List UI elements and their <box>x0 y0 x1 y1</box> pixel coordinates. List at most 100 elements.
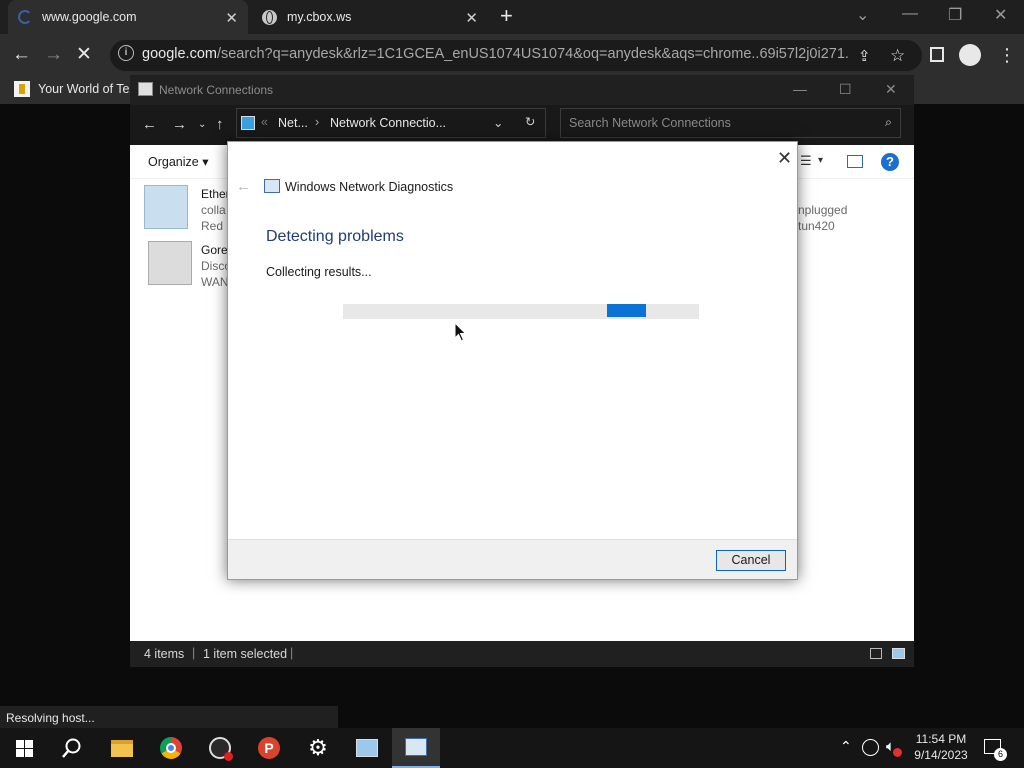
recent-locations-icon[interactable]: ⌄ <box>198 119 206 130</box>
progress-bar <box>343 304 699 319</box>
search-input[interactable]: Search Network Connections ⌕ <box>560 108 901 138</box>
psiphon-icon: P <box>258 737 280 759</box>
gear-icon: ⚙ <box>308 735 328 760</box>
network-diagnostics-button[interactable] <box>392 728 440 768</box>
large-icons-view-icon[interactable] <box>892 648 905 659</box>
share-icon[interactable]: ⇪ <box>858 46 871 68</box>
window-title: Network Connections <box>159 83 274 97</box>
minimize-button[interactable]: — <box>902 5 918 23</box>
selection-count: 1 item selected <box>203 647 288 661</box>
breadcrumb-item[interactable]: Network Connectio... <box>330 116 446 130</box>
system-clock[interactable]: 11:54 PM 9/14/2023 <box>905 731 977 763</box>
search-icon <box>62 738 81 758</box>
folder-icon <box>111 739 133 757</box>
cancel-button[interactable]: Cancel <box>716 550 786 571</box>
close-button[interactable]: ✕ <box>885 81 897 98</box>
bookmark-favicon-icon <box>14 81 30 97</box>
adapter-item[interactable] <box>148 241 192 285</box>
mouse-cursor-icon <box>454 322 467 342</box>
restore-button[interactable]: ❐ <box>948 5 962 25</box>
bookmark-item[interactable]: Your World of Tex <box>14 81 136 97</box>
dialog-footer: Cancel <box>228 539 797 579</box>
diagnostics-icon <box>264 179 280 193</box>
wan-adapter-icon <box>148 241 192 285</box>
adapter-details: nplugged tun420 <box>798 202 847 234</box>
adapter-status: nplugged <box>798 203 848 217</box>
maximize-button[interactable]: ☐ <box>839 81 852 98</box>
tab-title: my.cbox.ws <box>287 10 352 24</box>
window-title-bar: Network Connections — ☐ ✕ <box>130 75 914 105</box>
obs-button[interactable] <box>196 728 244 768</box>
site-info-icon[interactable]: i <box>118 45 134 61</box>
taskbar: P ⚙ ⌃ 🔈︎ 11:54 PM 9/14/2023 6 <box>0 728 1024 768</box>
search-icon: ⌕ <box>884 115 892 129</box>
address-breadcrumb[interactable]: « Net... › Network Connectio... ⌄ ↻ <box>236 108 546 138</box>
browser-tab-google[interactable]: www.google.com ✕ <box>8 0 248 34</box>
settings-button[interactable]: ⚙ <box>294 728 342 768</box>
chrome-icon <box>160 737 182 759</box>
tab-title: www.google.com <box>42 10 137 24</box>
adapter-device: tun420 <box>798 219 835 233</box>
preview-pane-icon[interactable] <box>847 155 863 168</box>
minimize-button[interactable]: — <box>793 81 807 97</box>
obs-icon <box>209 737 233 761</box>
organize-menu[interactable]: Organize ▾ <box>148 154 208 169</box>
side-panel-icon[interactable] <box>930 47 944 62</box>
chevron-icon: « <box>261 115 268 129</box>
url-host: google.com <box>142 46 217 62</box>
notification-count-badge: 6 <box>994 748 1007 761</box>
details-view-icon[interactable] <box>870 648 882 659</box>
globe-icon <box>262 9 277 25</box>
url-path: /search?q=anydesk&rlz=1C1GCEA_enUS1074US… <box>216 46 850 62</box>
search-placeholder: Search Network Connections <box>569 116 731 130</box>
organize-label: Organize <box>148 155 199 169</box>
clock-date: 9/14/2023 <box>914 748 968 762</box>
browser-status-bubble: Resolving host... <box>0 706 338 730</box>
forward-arrow-icon[interactable]: → <box>172 116 187 133</box>
chrome-button[interactable] <box>147 728 195 768</box>
back-arrow-icon[interactable]: ← <box>142 116 157 133</box>
close-tab-icon[interactable]: ✕ <box>465 9 478 27</box>
divider: | <box>290 646 294 660</box>
status-bar: 4 items | 1 item selected | <box>130 641 914 667</box>
navigation-bar: ← → ⌄ ↑ « Net... › Network Connectio... … <box>130 105 914 145</box>
up-arrow-icon[interactable]: ↑ <box>216 116 224 133</box>
refresh-icon[interactable]: ↻ <box>525 114 535 129</box>
forward-arrow-icon[interactable]: → <box>44 44 63 66</box>
chevron-down-icon[interactable]: ⌄ <box>493 115 503 130</box>
dialog-status-text: Collecting results... <box>266 265 372 279</box>
control-panel-icon <box>241 116 255 130</box>
close-icon[interactable]: ✕ <box>777 148 792 169</box>
more-menu-icon[interactable]: ⋮ <box>998 44 1016 66</box>
help-icon[interactable]: ? <box>881 153 899 171</box>
clock-time: 11:54 PM <box>915 732 967 746</box>
psiphon-button[interactable]: P <box>245 728 293 768</box>
breadcrumb-item[interactable]: Net... <box>278 116 308 130</box>
view-options-icon[interactable]: ☰ <box>800 153 812 169</box>
file-explorer-button[interactable] <box>98 728 146 768</box>
search-button[interactable] <box>48 728 96 768</box>
close-tab-icon[interactable]: ✕ <box>225 9 238 27</box>
back-arrow-icon[interactable]: ← <box>12 44 31 66</box>
start-button[interactable] <box>0 728 48 768</box>
profile-avatar-icon[interactable] <box>959 44 981 66</box>
back-arrow-icon[interactable]: ← <box>236 178 251 195</box>
browser-tab-cbox[interactable]: my.cbox.ws ✕ <box>252 0 488 34</box>
chevron-down-icon[interactable]: ▾ <box>818 155 823 166</box>
item-count: 4 items <box>144 647 185 661</box>
chevron-up-icon[interactable]: ⌃ <box>840 738 852 755</box>
tab-search-icon[interactable]: ⌄ <box>856 5 869 25</box>
bookmark-star-icon[interactable]: ☆ <box>890 45 905 67</box>
bookmark-label: Your World of Tex <box>38 82 136 96</box>
adapter-item[interactable] <box>144 185 188 229</box>
diagnostics-icon <box>405 738 427 756</box>
new-tab-button[interactable]: + <box>500 5 513 27</box>
stop-loading-icon[interactable]: ✕ <box>76 44 92 66</box>
dialog-title: Windows Network Diagnostics <box>285 180 454 194</box>
close-window-button[interactable]: ✕ <box>994 5 1007 25</box>
progress-indicator <box>607 304 646 317</box>
control-panel-icon <box>356 739 378 757</box>
network-icon[interactable] <box>862 739 879 756</box>
control-panel-button[interactable] <box>343 728 391 768</box>
url-text[interactable]: google.com/search?q=anydesk&rlz=1C1GCEA_… <box>142 46 850 62</box>
